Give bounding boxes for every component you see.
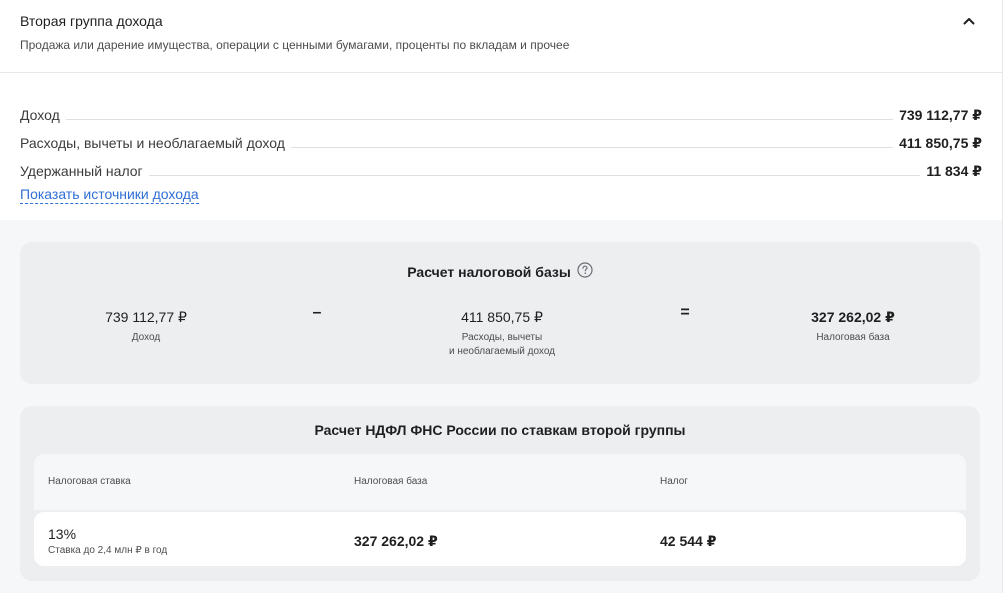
dotted-leader <box>148 175 921 176</box>
summary-row-withheld-tax: Удержанный налог 11 834 ₽ <box>20 152 982 180</box>
header-tax: Налог <box>660 476 688 487</box>
summary-value: 739 112,77 ₽ <box>899 107 982 123</box>
summary-row-deductions: Расходы, вычеты и необлагаемый доход 411… <box>20 124 982 152</box>
equals-sign: = <box>680 304 690 321</box>
calc-income-value: 739 112,77 ₽ <box>105 309 187 325</box>
calc-deductions-caption: Расходы, вычеты и необлагаемый доход <box>392 331 612 359</box>
ndfl-table-header: Налоговая ставка Налоговая база Налог <box>34 454 966 510</box>
header-tax-rate: Налоговая ставка <box>48 476 131 487</box>
rate-note: Ставка до 2,4 млн ₽ в год <box>48 545 168 556</box>
tax-value: 42 544 ₽ <box>660 533 717 549</box>
show-income-sources-link[interactable]: Показать источники дохода <box>20 186 199 204</box>
dotted-leader <box>290 147 894 148</box>
rate-value: 13% <box>48 526 77 542</box>
calc-result: 327 262,02 ₽ Налоговая база <box>743 308 963 345</box>
header-tax-base: Налоговая база <box>354 476 428 487</box>
base-value: 327 262,02 ₽ <box>354 533 438 549</box>
calc-deductions-caption-line1: Расходы, вычеты <box>461 332 543 343</box>
summary-label: Удержанный налог <box>20 163 143 179</box>
right-edge-border <box>1002 0 1003 593</box>
ndfl-title: Расчет НДФЛ ФНС России по ставкам второй… <box>314 422 686 438</box>
tax-base-title-text: Расчет налоговой базы <box>407 264 571 280</box>
calc-deductions-value: 411 850,75 ₽ <box>461 309 543 325</box>
tax-base-card: Расчет налоговой базы 739 112,77 ₽ Доход… <box>20 242 980 384</box>
page: Вторая группа дохода Продажа или дарение… <box>0 0 1003 593</box>
section-title: Вторая группа дохода <box>20 13 163 29</box>
ndfl-card: Расчет НДФЛ ФНС России по ставкам второй… <box>20 406 980 581</box>
question-circle-icon[interactable] <box>577 262 593 278</box>
section-subtitle: Продажа или дарение имущества, операции … <box>20 38 570 52</box>
chevron-up-icon[interactable] <box>962 14 976 28</box>
header-divider <box>0 72 1003 73</box>
calc-income: 739 112,77 ₽ Доход <box>36 308 256 345</box>
summary-label: Расходы, вычеты и необлагаемый доход <box>20 135 285 151</box>
summary-value: 411 850,75 ₽ <box>899 135 982 151</box>
dotted-leader <box>65 119 894 120</box>
calc-result-value: 327 262,02 ₽ <box>811 309 895 325</box>
tax-base-title: Расчет налоговой базы <box>20 262 980 280</box>
summary-row-income: Доход 739 112,77 ₽ <box>20 96 982 124</box>
summary-label: Доход <box>20 107 60 123</box>
calc-deductions-caption-line2: и необлагаемый доход <box>448 346 555 357</box>
calc-result-caption: Налоговая база <box>816 332 890 343</box>
summary-value: 11 834 ₽ <box>926 163 982 179</box>
minus-sign: – <box>312 304 322 321</box>
table-row: 13% Ставка до 2,4 млн ₽ в год 327 262,02… <box>34 512 966 566</box>
income-summary: Доход 739 112,77 ₽ Расходы, вычеты и нео… <box>20 96 982 204</box>
calc-income-caption: Доход <box>131 332 161 343</box>
calc-deductions: 411 850,75 ₽ Расходы, вычеты и необлагае… <box>392 308 612 359</box>
section-header[interactable]: Вторая группа дохода Продажа или дарение… <box>20 12 982 53</box>
